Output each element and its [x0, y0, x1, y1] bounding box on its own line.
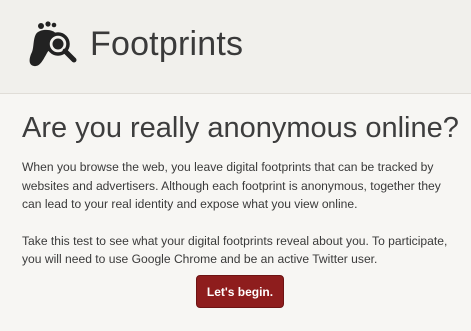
intro-paragraph: When you browse the web, you leave digit… — [22, 160, 441, 211]
instructions-paragraph: Take this test to see what your digital … — [22, 233, 448, 267]
brand-title[interactable]: Footprints — [90, 22, 243, 66]
lets-begin-button[interactable]: Let's begin. — [196, 275, 284, 308]
footprint-magnifier-icon[interactable] — [28, 20, 78, 70]
intro-section: Are you really anonymous online? When yo… — [22, 110, 459, 269]
page-title: Are you really anonymous online? — [22, 112, 459, 144]
site-header: Footprints — [0, 0, 471, 94]
